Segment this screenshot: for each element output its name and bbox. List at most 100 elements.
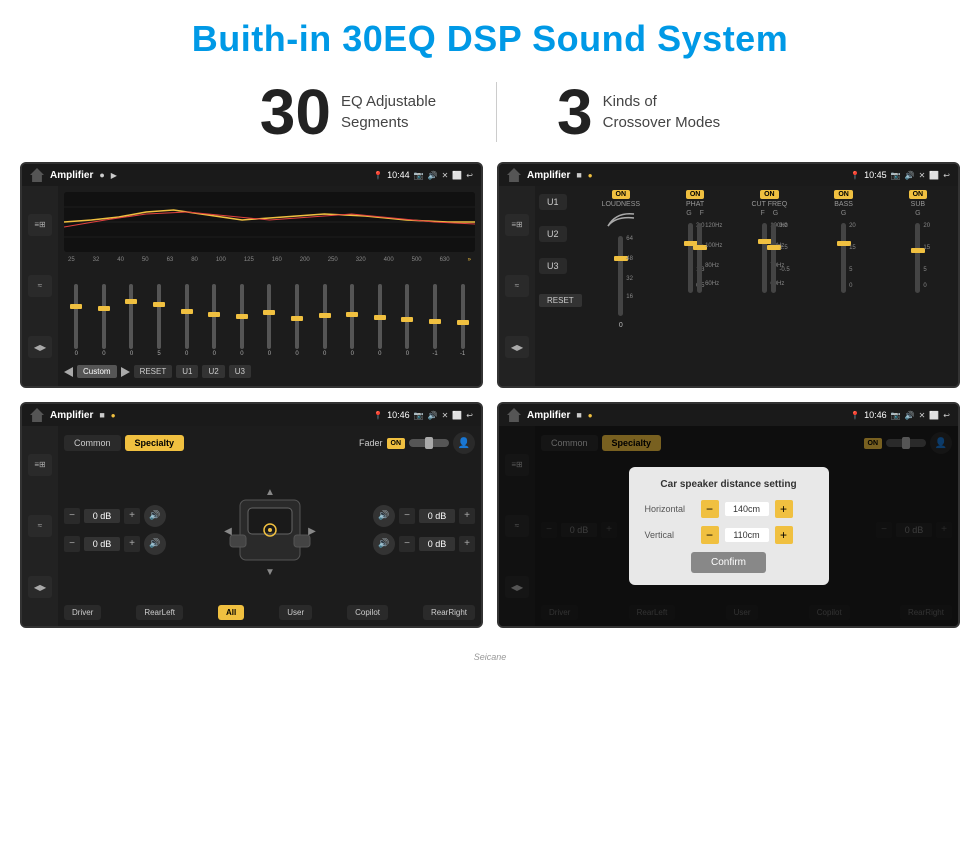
close-icon-2: ✕ — [919, 171, 926, 180]
fader-on-3[interactable]: ON — [387, 438, 406, 449]
eq-graph — [64, 192, 475, 252]
stat-crossover: 3 Kinds of Crossover Modes — [497, 80, 780, 144]
db-minus-1[interactable]: − — [64, 508, 80, 524]
screen-crossover: Amplifier ■ ● 📍 10:45 📷 🔊 ✕ ⬜ ↩ ≡⊞ ≈ ◀▶ — [497, 162, 960, 388]
phat-section: ON PHAT GF 3.0 2.1 1.3 0.5 — [659, 190, 731, 382]
u2-button[interactable]: U2 — [202, 365, 224, 378]
horizontal-plus[interactable]: + — [775, 500, 793, 518]
sidebar-btn-eq-2[interactable]: ≡⊞ — [505, 214, 529, 236]
u2-btn[interactable]: U2 — [539, 226, 567, 242]
sidebar-btn-vol-3[interactable]: ◀▶ — [28, 576, 52, 598]
crossover-content: U1 U2 U3 RESET ON LOUDNESS — [535, 186, 958, 386]
cutfreq-sliders: 100Hz 90Hz 70Hz 60Hz 3.0 1.5 -0.5 — [762, 219, 776, 297]
db-plus-4[interactable]: + — [459, 536, 475, 552]
db-val-4: 0 dB — [419, 537, 455, 551]
db-minus-4[interactable]: − — [399, 536, 415, 552]
bass-section: ON BASS G 20 15 5 0 — [807, 190, 879, 382]
speaker-main-3: Common Specialty Fader ON 👤 — [58, 426, 481, 626]
status-bar-2: Amplifier ■ ● 📍 10:45 📷 🔊 ✕ ⬜ ↩ — [499, 164, 958, 186]
vertical-minus[interactable]: − — [701, 526, 719, 544]
dot-icon-2: ● — [588, 171, 593, 180]
sidebar-btn-eq-1[interactable]: ≡⊞ — [28, 214, 52, 236]
sub-on[interactable]: ON — [909, 190, 928, 199]
cutfreq-g-slider[interactable]: 3.0 1.5 -0.5 — [771, 223, 776, 293]
bass-label: BASS — [834, 201, 853, 208]
loudness-section: ON LOUDNESS 64 48 32 16 — [585, 190, 657, 382]
screen-body-1: ≡⊞ ≈ ◀▶ — [22, 186, 481, 386]
time-4: 10:46 — [864, 410, 887, 420]
phat-f-slider[interactable]: 120Hz 100Hz 80Hz 60Hz — [697, 223, 702, 293]
db-plus-3[interactable]: + — [459, 508, 475, 524]
sidebar-btn-wave-1[interactable]: ≈ — [28, 275, 52, 297]
sub-slider[interactable]: 20 15 5 0 — [915, 223, 920, 293]
sidebar-btn-eq-3[interactable]: ≡⊞ — [28, 454, 52, 476]
bass-on[interactable]: ON — [834, 190, 853, 199]
cutfreq-on[interactable]: ON — [760, 190, 779, 199]
play-button[interactable] — [121, 367, 130, 377]
user-btn-3[interactable]: User — [279, 605, 312, 620]
confirm-button[interactable]: Confirm — [691, 552, 766, 573]
window-icon-1: ⬜ — [452, 171, 462, 180]
play-icon-sm-1: ▶ — [111, 171, 117, 180]
fader-slider-3[interactable] — [409, 439, 449, 447]
loudness-on[interactable]: ON — [612, 190, 631, 199]
back-icon-1: ↩ — [466, 171, 473, 180]
sidebar-btn-vol-1[interactable]: ◀▶ — [28, 336, 52, 358]
location-icon-2: 📍 — [850, 171, 860, 180]
sidebar-btn-vol-2[interactable]: ◀▶ — [505, 336, 529, 358]
home-icon-3[interactable] — [30, 408, 44, 422]
loudness-val: 0 — [619, 322, 623, 329]
db-minus-3[interactable]: − — [399, 508, 415, 524]
crossover-reset[interactable]: RESET — [539, 294, 582, 307]
reset-button[interactable]: RESET — [134, 365, 173, 378]
svg-text:▶: ▶ — [308, 526, 316, 537]
db-plus-1[interactable]: + — [124, 508, 140, 524]
home-icon-4[interactable] — [507, 408, 521, 422]
db-plus-2[interactable]: + — [124, 536, 140, 552]
eq-slider-9: 0 — [285, 284, 310, 357]
phat-label: PHAT — [686, 201, 704, 208]
eq-bottom: Custom RESET U1 U2 U3 — [64, 363, 475, 380]
stat-eq: 30 EQ Adjustable Segments — [200, 80, 496, 144]
speaker-icon-left-bot: 🔊 — [144, 533, 166, 555]
sidebar-btn-wave-3[interactable]: ≈ — [28, 515, 52, 537]
db-minus-2[interactable]: − — [64, 536, 80, 552]
u1-btn[interactable]: U1 — [539, 194, 567, 210]
cutfreq-f-slider[interactable]: 100Hz 90Hz 70Hz 60Hz — [762, 223, 767, 293]
dialog-overlay: Car speaker distance setting Horizontal … — [499, 426, 958, 626]
bass-slider[interactable]: 20 15 5 0 — [841, 223, 846, 293]
status-bar-3: Amplifier ■ ● 📍 10:46 📷 🔊 ✕ ⬜ ↩ — [22, 404, 481, 426]
home-icon-1[interactable] — [30, 168, 44, 182]
driver-btn-3[interactable]: Driver — [64, 605, 101, 620]
sidebar-3: ≡⊞ ≈ ◀▶ — [22, 426, 58, 626]
right-db-controls: 🔊 − 0 dB + 🔊 − 0 dB + — [373, 460, 475, 599]
phat-on[interactable]: ON — [686, 190, 705, 199]
all-btn-3[interactable]: All — [218, 605, 244, 620]
custom-button[interactable]: Custom — [77, 365, 117, 378]
rear-left-btn-3[interactable]: RearLeft — [136, 605, 183, 620]
prev-button[interactable] — [64, 367, 73, 377]
speaker-top-row: Common Specialty Fader ON 👤 — [64, 432, 475, 454]
app-title-2: Amplifier — [527, 170, 570, 181]
copilot-btn-3[interactable]: Copilot — [347, 605, 388, 620]
horizontal-minus[interactable]: − — [701, 500, 719, 518]
u3-button[interactable]: U3 — [229, 365, 251, 378]
phat-g-slider[interactable]: 3.0 2.1 1.3 0.5 — [688, 223, 693, 293]
common-tab-3[interactable]: Common — [64, 435, 121, 451]
eq-slider-10: 0 — [312, 284, 337, 357]
volume-icon-3: 🔊 — [428, 411, 438, 420]
back-icon-3: ↩ — [466, 411, 473, 420]
sidebar-btn-wave-2[interactable]: ≈ — [505, 275, 529, 297]
horizontal-label: Horizontal — [645, 504, 695, 514]
loudness-slider[interactable]: 64 48 32 16 — [618, 236, 623, 316]
person-icon-3: 👤 — [453, 432, 475, 454]
vertical-plus[interactable]: + — [775, 526, 793, 544]
u1-button[interactable]: U1 — [176, 365, 198, 378]
db-val-2: 0 dB — [84, 537, 120, 551]
screen-speaker: Amplifier ■ ● 📍 10:46 📷 🔊 ✕ ⬜ ↩ ≡⊞ ≈ ◀▶ — [20, 402, 483, 628]
db-row-4: 🔊 − 0 dB + — [373, 533, 475, 555]
u3-btn[interactable]: U3 — [539, 258, 567, 274]
home-icon-2[interactable] — [507, 168, 521, 182]
specialty-tab-3[interactable]: Specialty — [125, 435, 185, 451]
rear-right-btn-3[interactable]: RearRight — [423, 605, 475, 620]
